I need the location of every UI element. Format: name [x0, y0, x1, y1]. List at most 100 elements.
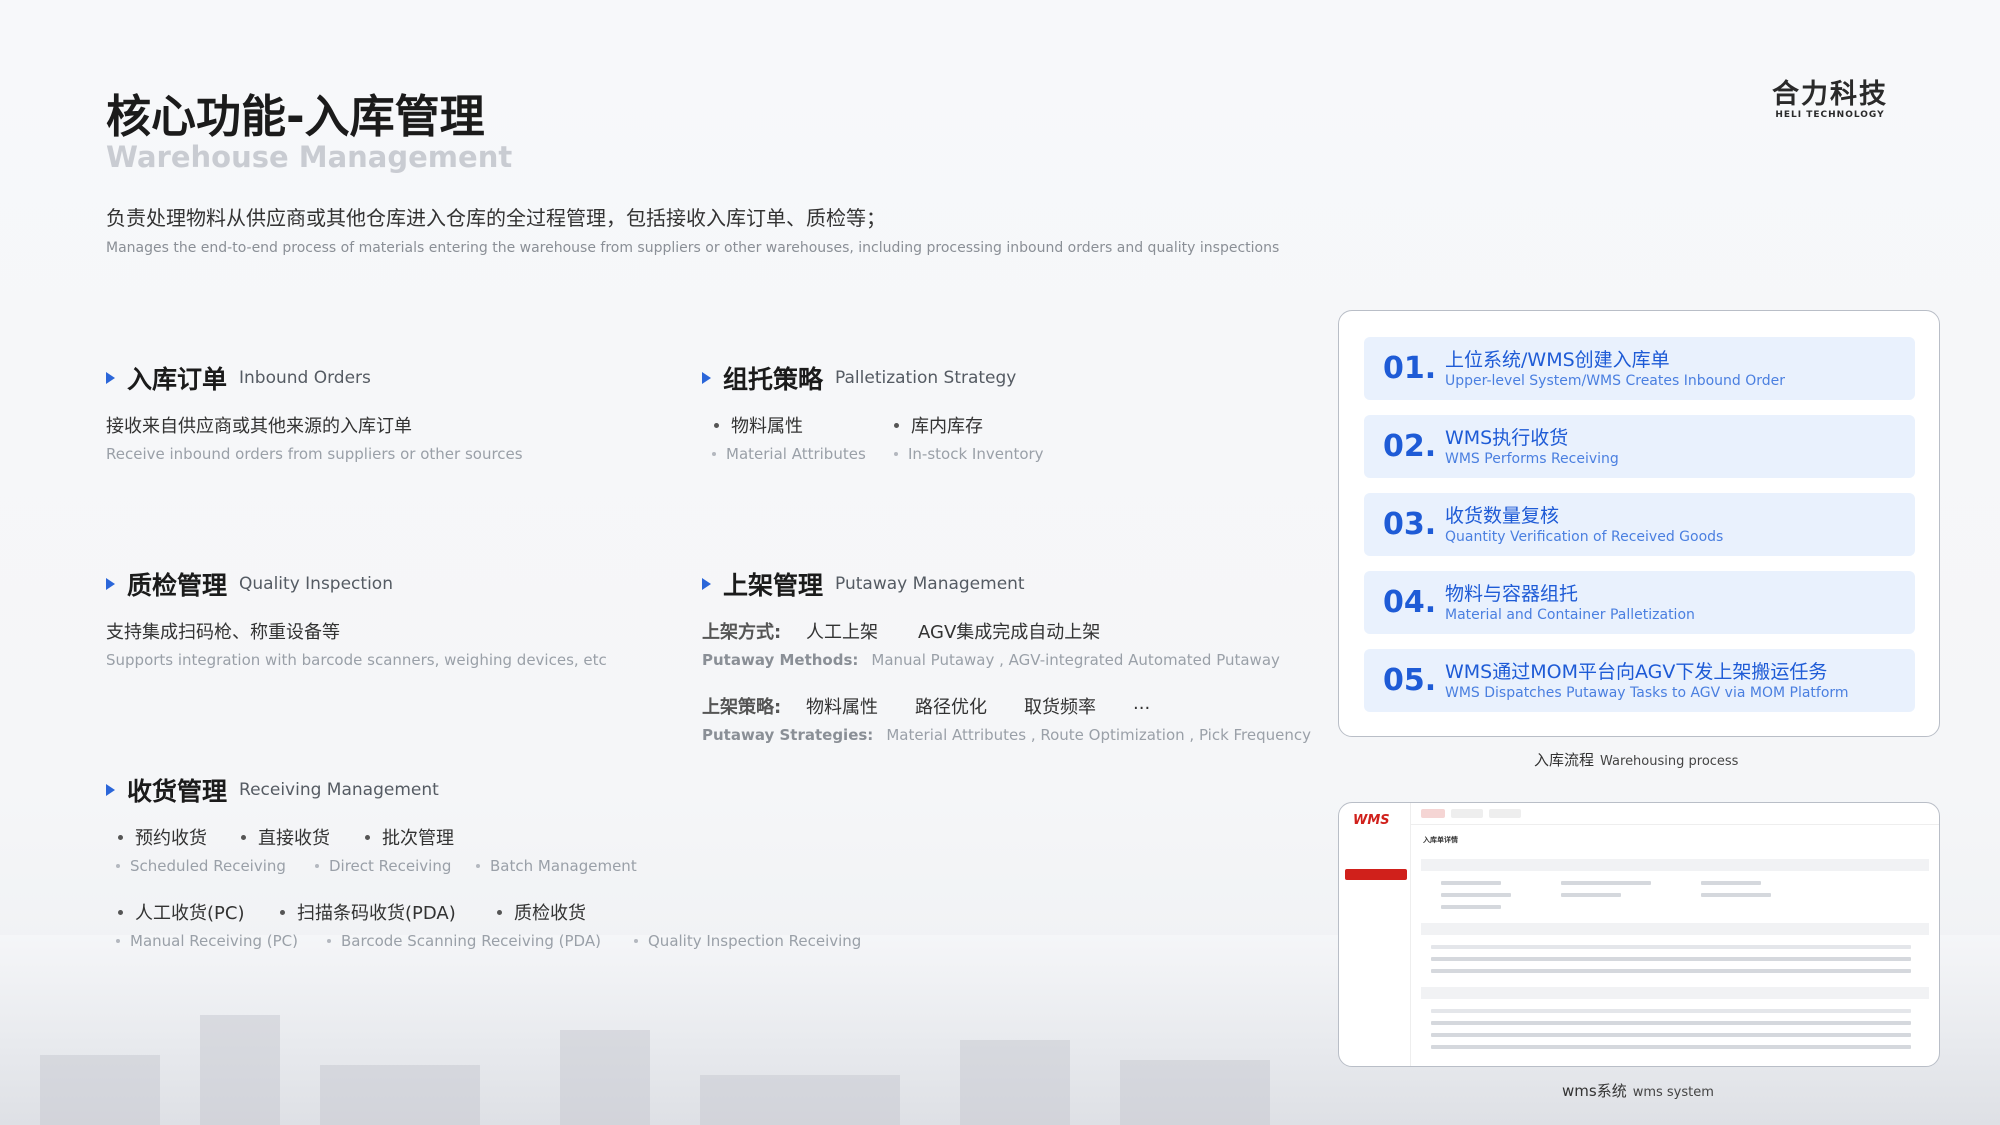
- wms-field: [1441, 905, 1501, 909]
- list-item: 物料属性: [714, 412, 894, 438]
- description-en: Manages the end-to-end process of materi…: [106, 240, 1280, 256]
- caption-cn: wms系统: [1562, 1082, 1627, 1100]
- receiving-row1-en: Scheduled Receiving Direct Receiving Bat…: [116, 857, 637, 875]
- list-item: Batch Management: [476, 857, 637, 875]
- putaway-strategy-item: 物料属性: [806, 697, 878, 718]
- putaway-strategy-item: 路径优化: [915, 697, 987, 718]
- item-text: Batch Management: [490, 857, 637, 875]
- item-text: 直接收货: [258, 828, 330, 849]
- section-title-cn: 组托策略: [723, 365, 824, 394]
- section-quality-inspection: 质检管理 Quality Inspection: [106, 566, 393, 602]
- wms-tab: [1421, 809, 1445, 818]
- bullet-icon: [116, 939, 120, 943]
- item-text: Barcode Scanning Receiving (PDA): [341, 932, 601, 950]
- bullet-icon: [634, 939, 638, 943]
- item-text: 库内库存: [911, 416, 983, 437]
- wms-section-bar: [1421, 859, 1929, 871]
- section-inbound-orders: 入库订单 Inbound Orders: [106, 360, 371, 396]
- wms-field: [1701, 881, 1761, 885]
- item-text: 扫描条码收货(PDA): [297, 903, 456, 924]
- bullet-icon: [476, 864, 480, 868]
- list-item: In-stock Inventory: [894, 445, 1044, 463]
- item-text: Material Attributes: [726, 445, 866, 463]
- step-title-cn: WMS执行收货: [1445, 426, 1569, 449]
- putaway-methods-cn: 上架方式: 人工上架 AGV集成完成自动上架: [702, 618, 1100, 644]
- wms-table-row: [1431, 1045, 1911, 1049]
- quality-text-en: Supports integration with barcode scanne…: [106, 651, 607, 669]
- putaway-method-item: AGV集成完成自动上架: [918, 622, 1101, 643]
- putaway-methods-label-en: Putaway Methods:: [702, 651, 859, 669]
- list-item: Material Attributes: [712, 445, 894, 463]
- triangle-icon: [106, 372, 115, 384]
- wms-nav-item: [1345, 941, 1407, 952]
- step-title-cn: 上位系统/WMS创建入库单: [1445, 348, 1670, 371]
- putaway-strategy-item: ...: [1133, 693, 1151, 714]
- item-text: 物料属性: [731, 416, 803, 437]
- section-putaway: 上架管理 Putaway Management: [702, 566, 1025, 602]
- step-number: 02.: [1383, 429, 1437, 464]
- caption-en: Warehousing process: [1600, 754, 1739, 769]
- wms-field: [1561, 881, 1651, 885]
- receiving-row2-en: Manual Receiving (PC) Barcode Scanning R…: [116, 932, 861, 950]
- section-title-cn: 上架管理: [723, 571, 824, 600]
- section-title-cn: 收货管理: [127, 777, 228, 806]
- putaway-strategies-cn: 上架策略: 物料属性 路径优化 取货频率 ...: [702, 693, 1150, 719]
- triangle-icon: [702, 372, 711, 384]
- wms-field: [1441, 881, 1501, 885]
- bullet-icon: [712, 452, 716, 456]
- wms-nav-item: [1345, 977, 1407, 988]
- bullet-icon: [241, 834, 246, 840]
- putaway-strategy-item: 取货频率: [1024, 697, 1096, 718]
- inbound-text-en: Receive inbound orders from suppliers or…: [106, 445, 523, 463]
- process-step: 03. 收货数量复核 Quantity Verification of Rece…: [1364, 493, 1915, 556]
- item-text: In-stock Inventory: [908, 445, 1044, 463]
- bullet-icon: [315, 864, 319, 868]
- wms-logo: WMS: [1353, 813, 1390, 828]
- section-title-en: Palletization Strategy: [835, 368, 1017, 388]
- page-title: 核心功能-入库管理: [106, 90, 485, 143]
- process-step: 01. 上位系统/WMS创建入库单 Upper-level System/WMS…: [1364, 337, 1915, 400]
- wms-field: [1441, 893, 1511, 897]
- description-cn: 负责处理物料从供应商或其他仓库进入仓库的全过程管理，包括接收入库订单、质检等；: [106, 206, 886, 230]
- logo-text-en: HELI TECHNOLOGY: [1775, 110, 1885, 120]
- page-subtitle: Warehouse Management: [106, 140, 513, 174]
- quality-text-cn: 支持集成扫码枪、称重设备等: [106, 622, 340, 643]
- wms-table-header: [1431, 945, 1911, 949]
- company-logo: 合力科技 HELI TECHNOLOGY: [1765, 80, 1895, 121]
- bullet-icon: [365, 834, 370, 840]
- list-item: 预约收货: [118, 824, 241, 850]
- list-item: Scheduled Receiving: [116, 857, 315, 875]
- step-number: 04.: [1383, 585, 1437, 620]
- item-text: Quality Inspection Receiving: [648, 932, 862, 950]
- item-text: 人工收货(PC): [135, 903, 245, 924]
- putaway-strategies-en: Putaway Strategies: Material Attributes …: [702, 726, 1311, 744]
- step-title-en: Quantity Verification of Received Goods: [1445, 528, 1724, 545]
- caption-cn: 入库流程: [1534, 751, 1595, 769]
- wms-caption: wms系统 wms system: [1562, 1080, 1714, 1101]
- wms-nav-item: [1345, 959, 1407, 970]
- wms-sidebar: WMS: [1339, 803, 1411, 1066]
- wms-nav-item-active: [1345, 869, 1407, 880]
- step-text: 上位系统/WMS创建入库单 Upper-level System/WMS Cre…: [1445, 348, 1785, 390]
- step-number: 05.: [1383, 663, 1437, 698]
- palletization-items-en: Material Attributes In-stock Inventory: [712, 445, 1044, 463]
- list-item: Barcode Scanning Receiving (PDA): [327, 932, 634, 950]
- wms-nav-item: [1345, 833, 1407, 844]
- step-title-cn: WMS通过MOM平台向AGV下发上架搬运任务: [1445, 660, 1828, 683]
- step-title-en: WMS Dispatches Putaway Tasks to AGV via …: [1445, 684, 1849, 701]
- list-item: 扫描条码收货(PDA): [280, 899, 497, 925]
- putaway-strategies-label-en: Putaway Strategies:: [702, 726, 874, 744]
- bullet-icon: [894, 452, 898, 456]
- wms-table-row: [1431, 1033, 1911, 1037]
- step-title-en: WMS Performs Receiving: [1445, 450, 1619, 467]
- putaway-methods-text-en: Manual Putaway , AGV-integrated Automate…: [871, 651, 1280, 669]
- wms-section-bar: [1421, 923, 1929, 935]
- receiving-row1-cn: 预约收货 直接收货 批次管理: [118, 824, 454, 850]
- section-title-cn: 质检管理: [127, 571, 228, 600]
- list-item: 库内库存: [894, 412, 983, 438]
- wms-nav-item: [1345, 851, 1407, 862]
- section-title-cn: 入库订单: [127, 365, 228, 394]
- wms-nav-item: [1345, 995, 1407, 1006]
- item-text: 预约收货: [135, 828, 207, 849]
- list-item: 质检收货: [497, 899, 586, 925]
